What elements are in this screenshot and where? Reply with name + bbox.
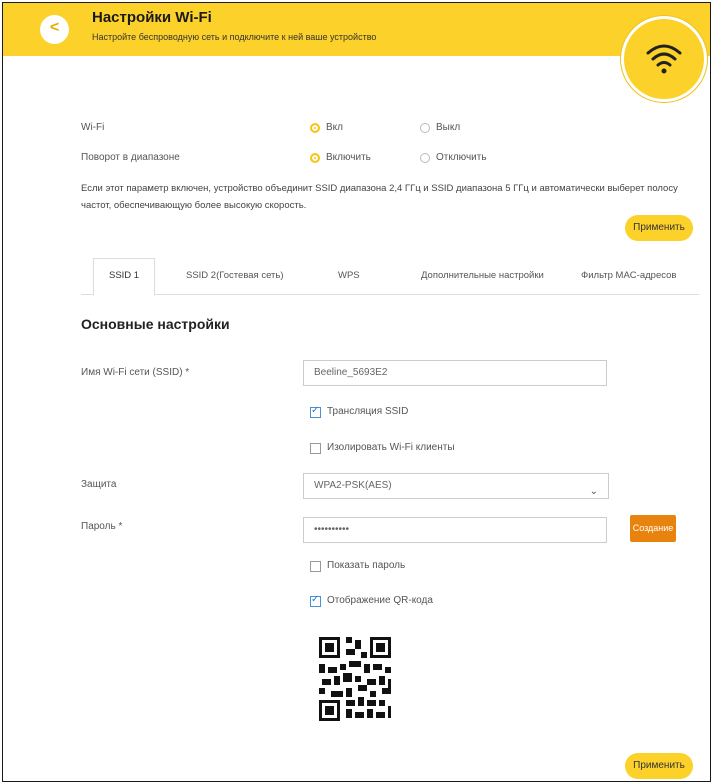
chevron-down-icon: ⌄	[589, 486, 598, 497]
wifi-settings-page: < Настройки Wi-Fi Настройте беспроводную…	[2, 2, 711, 782]
wifi-off-label: Выкл	[436, 122, 461, 133]
broadcast-ssid-label: Трансляция SSID	[327, 406, 409, 417]
wifi-on-radio[interactable]	[310, 123, 320, 133]
password-label: Пароль *	[81, 521, 123, 532]
security-label: Защита	[81, 479, 117, 490]
apply-button-top[interactable]: Применить	[625, 215, 693, 241]
show-password-checkbox[interactable]	[310, 561, 321, 572]
wifi-label: Wi-Fi	[81, 122, 105, 133]
show-qr-checkbox[interactable]	[310, 594, 321, 607]
band-steering-on-label: Включить	[326, 152, 371, 163]
page-title: Настройки Wi-Fi	[92, 9, 212, 26]
security-select[interactable]: WPA2-PSK(AES) ⌄	[303, 473, 609, 499]
wifi-icon	[621, 16, 707, 102]
ssid-label: Имя Wi-Fi сети (SSID) *	[81, 367, 190, 378]
back-button[interactable]: <	[40, 15, 69, 44]
band-steering-off-radio[interactable]	[420, 153, 430, 163]
chevron-left-icon: <	[49, 19, 60, 36]
tab-ssid1[interactable]: SSID 1	[109, 270, 139, 281]
isolate-clients-checkbox[interactable]	[310, 443, 321, 454]
wifi-on-label: Вкл	[326, 122, 343, 133]
ssid-input[interactable]: Beeline_5693E2	[303, 360, 607, 386]
page-subtitle: Настройте беспроводную сеть и подключите…	[92, 32, 377, 42]
tab-ssid2-guest[interactable]: SSID 2(Гостевая сеть)	[186, 270, 284, 281]
show-password-label: Показать пароль	[327, 560, 406, 571]
broadcast-ssid-checkbox[interactable]	[310, 405, 321, 418]
qr-code-image	[316, 634, 394, 724]
page-header: < Настройки Wi-Fi Настройте беспроводную…	[3, 3, 710, 56]
show-qr-label: Отображение QR-кода	[327, 595, 433, 606]
band-steering-label: Поворот в диапазоне	[81, 152, 180, 163]
band-steering-description: Если этот параметр включен, устройство о…	[81, 183, 678, 211]
security-select-value: WPA2-PSK(AES)	[314, 480, 392, 491]
tab-wps[interactable]: WPS	[338, 270, 360, 281]
wifi-off-radio[interactable]	[420, 123, 430, 133]
isolate-clients-label: Изолировать Wi-Fi клиенты	[327, 442, 455, 453]
settings-tabs: SSID 1 SSID 2(Гостевая сеть) WPS Дополни…	[81, 258, 699, 296]
generate-password-button[interactable]: Создание	[630, 515, 676, 542]
band-steering-on-radio[interactable]	[310, 153, 320, 163]
password-input[interactable]: ••••••••••	[303, 517, 607, 543]
section-title: Основные настройки	[81, 316, 230, 332]
apply-button-bottom[interactable]: Применить	[625, 753, 693, 779]
band-steering-off-label: Отключить	[436, 152, 487, 163]
tab-advanced[interactable]: Дополнительные настройки	[421, 270, 544, 281]
tab-mac-filter[interactable]: Фильтр MAC-адресов	[581, 270, 676, 281]
